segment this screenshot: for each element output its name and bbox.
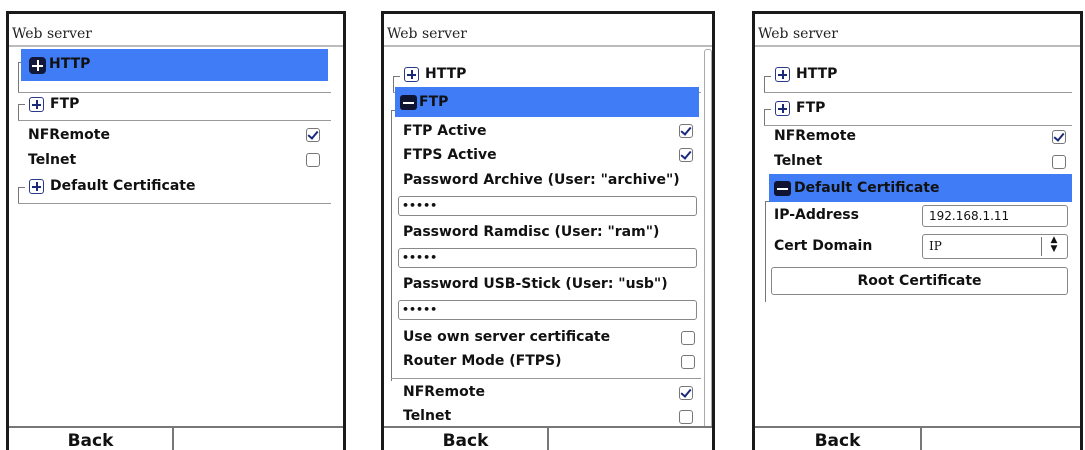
ftps-active-checkbox[interactable] [679, 148, 693, 162]
group-ftp-label: FTP [419, 94, 449, 110]
back-button[interactable]: Back [384, 428, 549, 450]
nfremote-checkbox[interactable] [1052, 130, 1066, 144]
cert-domain-select[interactable]: IP ▲ ▼ [922, 234, 1068, 259]
plus-box-icon[interactable] [29, 57, 46, 74]
own-server-certificate-label: Use own server certificate [403, 329, 611, 345]
screen-2: Web server HTTP FTP FTP Active FTPS Acti… [381, 11, 715, 450]
group-http[interactable]: HTTP [767, 56, 1072, 82]
row-telnet[interactable]: Telnet [9, 149, 339, 173]
telnet-label: Telnet [774, 153, 823, 169]
group-underline [764, 92, 1072, 93]
telnet-label: Telnet [403, 408, 452, 424]
cert-domain-value: IP [929, 239, 942, 253]
screen-1: Web server HTTP FTP NFRemote Telnet Defa… [6, 11, 346, 450]
nfremote-label: NFRemote [774, 128, 856, 144]
group-underline [18, 92, 331, 93]
plus-box-icon[interactable] [29, 97, 44, 112]
group-http[interactable]: HTTP [21, 49, 328, 81]
page-title: Web server [12, 26, 92, 42]
router-mode-checkbox[interactable] [681, 355, 695, 369]
plus-box-icon[interactable] [29, 179, 44, 194]
plus-box-icon[interactable] [404, 67, 419, 82]
row-ftp-active[interactable]: FTP Active [384, 120, 701, 144]
group-ftp-label: FTP [50, 96, 80, 112]
group-http[interactable]: HTTP [396, 56, 701, 82]
group-underline [391, 378, 701, 379]
ftp-active-checkbox[interactable] [679, 124, 693, 138]
telnet-checkbox[interactable] [1052, 155, 1066, 169]
ip-address-field[interactable]: 192.168.1.11 [922, 205, 1068, 227]
telnet-label: Telnet [28, 152, 77, 168]
router-mode-label: Router Mode (FTPS) [403, 353, 562, 369]
nfremote-checkbox[interactable] [679, 386, 693, 400]
own-server-certificate-checkbox[interactable] [681, 331, 695, 345]
password-ramdisc-field[interactable]: ••••• [398, 248, 697, 268]
group-http-label: HTTP [796, 66, 838, 82]
row-ftps-active[interactable]: FTPS Active [384, 144, 701, 168]
ftp-active-label: FTP Active [403, 123, 487, 139]
group-underline [18, 120, 331, 121]
row-nfremote[interactable]: NFRemote [384, 381, 701, 405]
group-ftp[interactable]: FTP [21, 95, 331, 121]
title-divider [755, 45, 1080, 47]
password-archive-field[interactable]: ••••• [398, 196, 697, 216]
password-usb-field[interactable]: ••••• [398, 300, 697, 320]
minus-box-icon[interactable] [774, 181, 791, 196]
page-title: Web server [758, 26, 838, 42]
nfremote-label: NFRemote [403, 384, 485, 400]
ftps-active-label: FTPS Active [403, 147, 497, 163]
group-underline [18, 203, 331, 204]
row-nfremote[interactable]: NFRemote [9, 124, 339, 148]
group-default-certificate[interactable]: Default Certificate [769, 174, 1072, 202]
telnet-checkbox[interactable] [679, 410, 693, 424]
plus-box-icon[interactable] [775, 67, 790, 82]
row-own-server-certificate[interactable]: Use own server certificate [384, 326, 701, 350]
cert-domain-label: Cert Domain [774, 238, 873, 254]
screen-3: Web server HTTP FTP NFRemote Telnet Defa… [752, 11, 1083, 450]
group-ftp[interactable]: FTP [767, 94, 1072, 120]
title-divider [384, 45, 712, 47]
ip-address-label: IP-Address [774, 207, 859, 223]
minus-box-icon[interactable] [400, 95, 417, 110]
telnet-checkbox[interactable] [306, 153, 320, 167]
group-http-label: HTTP [49, 56, 91, 72]
row-nfremote[interactable]: NFRemote [755, 125, 1077, 149]
back-button[interactable]: Back [9, 428, 174, 450]
password-ramdisc-label: Password Ramdisc (User: "ram") [403, 224, 660, 240]
group-default-certificate-label: Default Certificate [50, 178, 196, 194]
back-button[interactable]: Back [755, 428, 922, 450]
group-default-certificate[interactable]: Default Certificate [21, 177, 331, 203]
password-usb-label: Password USB-Stick (User: "usb") [403, 276, 668, 292]
group-http-label: HTTP [425, 66, 467, 82]
select-divider [1041, 237, 1042, 256]
stepper-icon[interactable]: ▲ ▼ [1047, 236, 1061, 254]
root-certificate-button[interactable]: Root Certificate [771, 267, 1068, 295]
group-ftp-label: FTP [796, 100, 826, 116]
page-title: Web server [387, 26, 467, 42]
row-router-mode[interactable]: Router Mode (FTPS) [384, 350, 701, 374]
group-ftp[interactable]: FTP [395, 87, 699, 117]
password-archive-label: Password Archive (User: "archive") [403, 172, 680, 188]
plus-box-icon[interactable] [775, 101, 790, 116]
row-telnet[interactable]: Telnet [755, 150, 1077, 174]
group-default-certificate-label: Default Certificate [794, 180, 940, 196]
title-divider [9, 45, 343, 47]
nfremote-checkbox[interactable] [306, 128, 320, 142]
scrollbar[interactable] [704, 49, 712, 431]
nfremote-label: NFRemote [28, 127, 110, 143]
